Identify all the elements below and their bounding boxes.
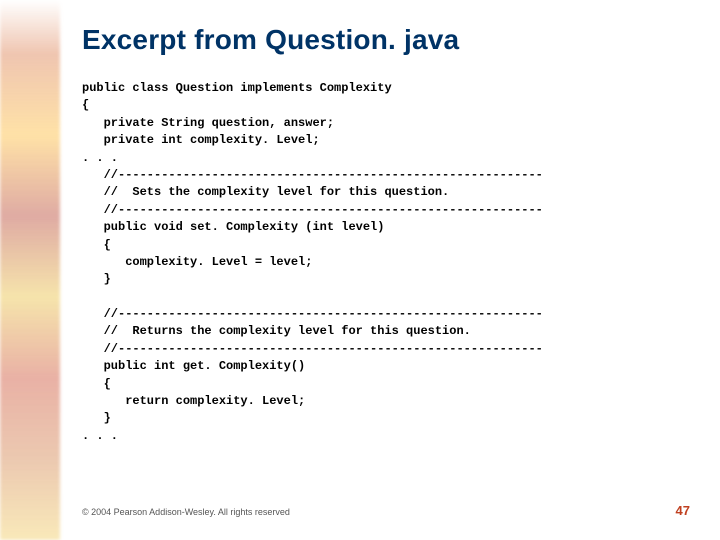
slide-content: Excerpt from Question. java public class…: [82, 24, 690, 445]
code-excerpt: public class Question implements Complex…: [82, 80, 690, 445]
slide-footer: © 2004 Pearson Addison-Wesley. All right…: [82, 503, 690, 518]
page-number: 47: [676, 503, 690, 518]
decorative-leaves-strip: [0, 0, 60, 540]
copyright-text: © 2004 Pearson Addison-Wesley. All right…: [82, 507, 290, 517]
slide-title: Excerpt from Question. java: [82, 24, 690, 56]
